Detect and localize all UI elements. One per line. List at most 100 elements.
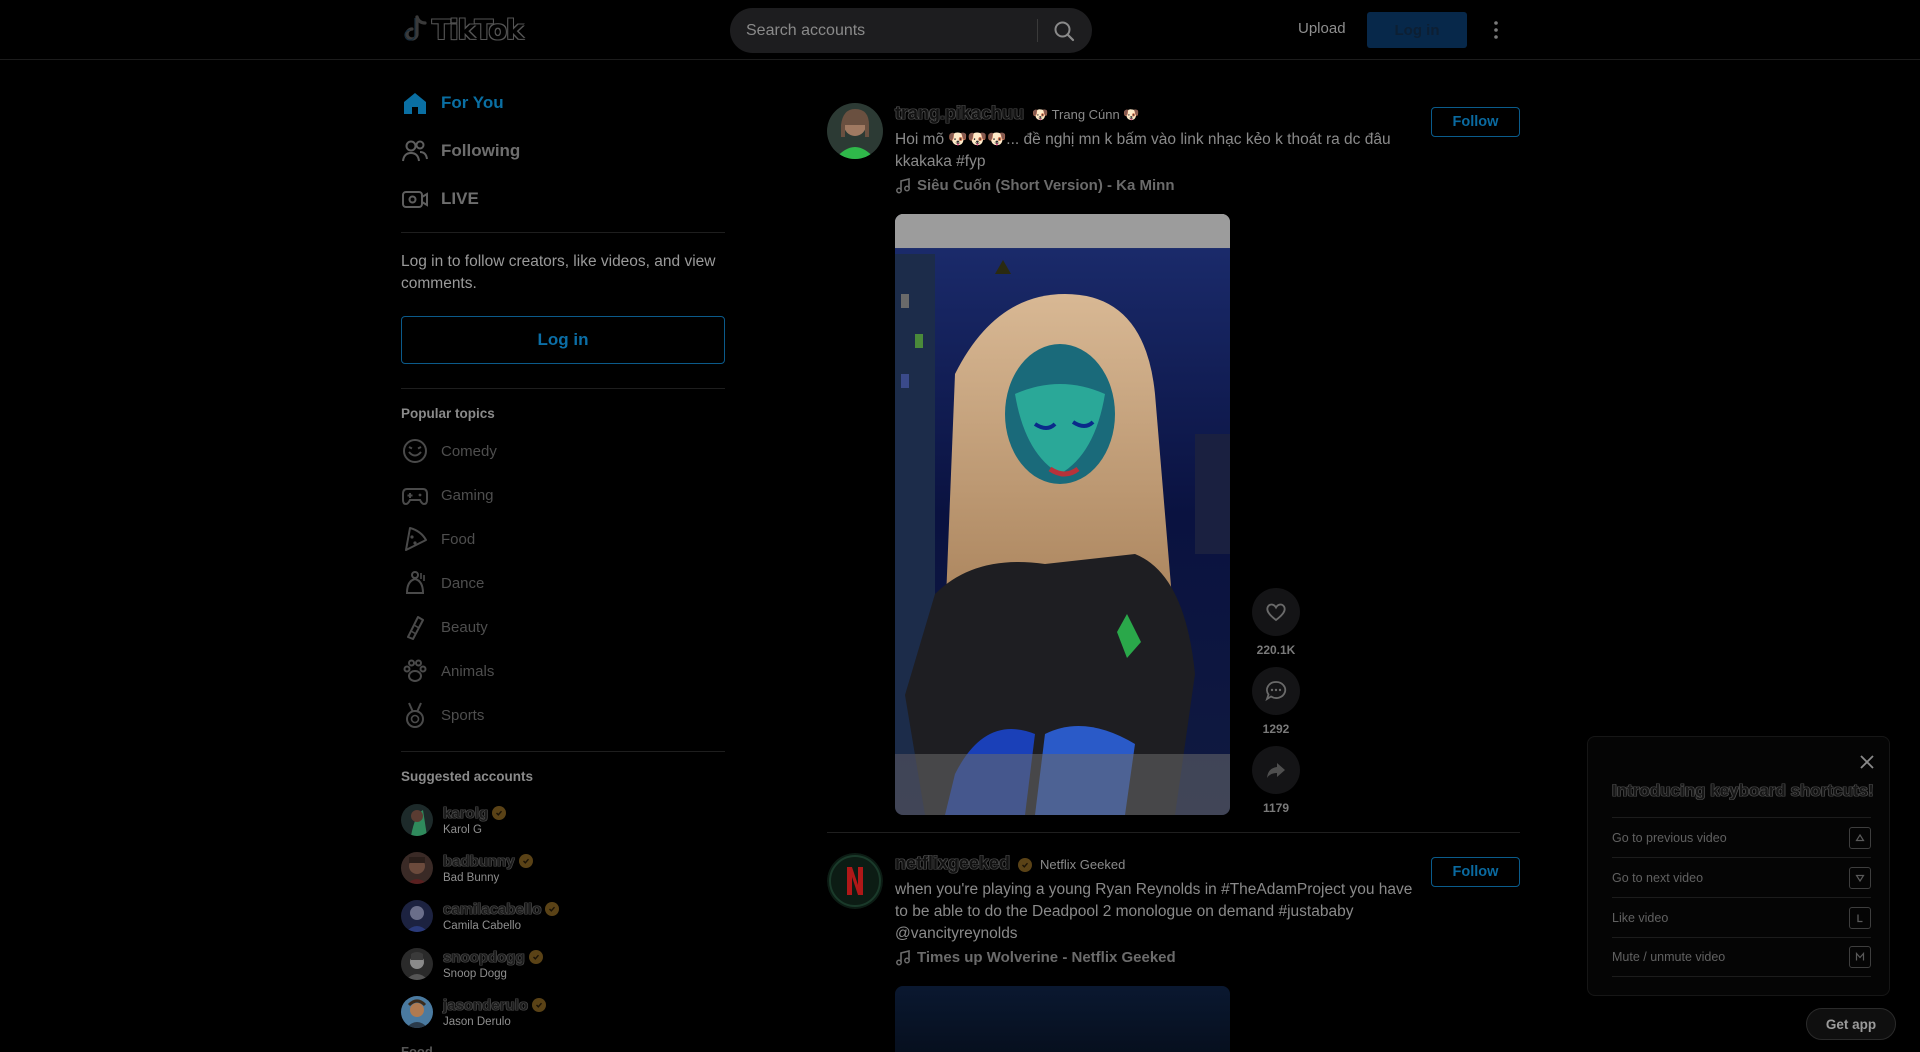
get-app-button[interactable]: Get app — [1806, 1008, 1896, 1040]
like-count: 220.1K — [1256, 643, 1296, 657]
like-action[interactable]: 220.1K — [1251, 588, 1301, 657]
arrow-down-key-icon — [1849, 866, 1871, 889]
video-player[interactable] — [895, 214, 1230, 815]
comment-count: 1292 — [1262, 722, 1290, 736]
sidebar-divider — [401, 751, 725, 752]
heart-icon — [1266, 603, 1286, 622]
top-header: TikTok Upload Log in — [0, 0, 1920, 60]
topic-animals[interactable]: Animals — [401, 655, 494, 687]
topic-sports[interactable]: Sports — [401, 699, 484, 731]
shortcut-label: Go to next video — [1612, 870, 1704, 885]
post-music[interactable]: Siêu Cuốn (Short Version) - Ka Minn — [895, 177, 1415, 194]
shortcut-row-next: Go to next video — [1612, 857, 1871, 897]
users-icon — [402, 140, 428, 162]
topic-comedy[interactable]: Comedy — [401, 435, 497, 467]
video-player[interactable] — [895, 986, 1230, 1052]
avatar — [401, 996, 433, 1028]
follow-button[interactable]: Follow — [1431, 857, 1520, 887]
live-icon — [402, 191, 428, 208]
suggested-account-camilacabello[interactable]: camilacabello Camila Cabello — [401, 896, 560, 936]
more-vertical-icon — [1494, 21, 1498, 39]
comment-button[interactable] — [1252, 667, 1300, 715]
login-prompt-text: Log in to follow creators, like videos, … — [401, 253, 716, 292]
follow-button[interactable]: Follow — [1431, 107, 1520, 137]
suggested-account-snoopdogg[interactable]: snoopdogg Snoop Dogg — [401, 944, 543, 984]
post-music[interactable]: Times up Wolverine - Netflix Geeked — [895, 949, 1415, 966]
nav-for-you[interactable]: For You — [401, 83, 701, 123]
header-login-button[interactable]: Log in — [1367, 12, 1467, 48]
logo-text: TikTok — [432, 14, 524, 46]
account-name: Snoop Dogg — [443, 967, 507, 980]
post-author-avatar[interactable] — [827, 103, 883, 159]
beauty-icon — [407, 616, 424, 640]
avatar — [401, 852, 433, 884]
keyboard-shortcuts-panel: Introducing keyboard shortcuts! Go to pr… — [1587, 736, 1890, 996]
tiktok-logo[interactable]: TikTok — [404, 12, 524, 48]
like-button[interactable] — [1252, 588, 1300, 636]
post-author[interactable]: netflixgeeked Netflix Geeked — [895, 853, 1415, 877]
post-author-name: 🐶 Trang Cúnn 🐶 — [1032, 107, 1140, 122]
account-name: Jason Derulo — [443, 1015, 511, 1028]
share-button[interactable] — [1252, 746, 1300, 794]
next-section-title: Food — [401, 1044, 433, 1052]
keyboard-shortcuts-title: Introducing keyboard shortcuts! — [1612, 781, 1874, 800]
comedy-icon — [403, 439, 427, 463]
animals-icon — [403, 659, 427, 682]
topic-food[interactable]: Food — [401, 523, 475, 555]
tiktok-note-icon — [404, 15, 427, 41]
search-input[interactable] — [746, 8, 1036, 53]
close-button[interactable] — [1856, 751, 1878, 773]
verified-badge-icon — [532, 998, 547, 1012]
topic-label: Food — [441, 530, 476, 548]
suggested-account-jasonderulo[interactable]: jasonderulo Jason Derulo — [401, 992, 547, 1032]
video-thumbnail — [895, 214, 1230, 815]
nav-label: Following — [441, 141, 521, 160]
upload-link[interactable]: Upload — [1298, 20, 1346, 37]
m-key-icon — [1849, 946, 1871, 968]
nav-following[interactable]: Following — [401, 131, 701, 171]
sidebar-login-button[interactable]: Log in — [401, 316, 725, 364]
home-icon — [404, 93, 426, 114]
share-arrow-icon — [1267, 763, 1285, 778]
post-author-handle: netflixgeeked — [895, 853, 1011, 873]
topic-label: Sports — [441, 706, 485, 724]
topic-label: Dance — [441, 574, 485, 592]
music-note-icon — [896, 949, 910, 965]
avatar — [401, 948, 433, 980]
sidebar: For You Following LIVE Log in to follow … — [401, 60, 725, 1052]
topic-beauty[interactable]: Beauty — [401, 611, 488, 643]
account-name: Camila Cabello — [443, 919, 521, 932]
verified-badge-icon — [528, 950, 543, 964]
search-bar — [730, 8, 1092, 53]
search-icon — [1054, 21, 1075, 42]
topic-gaming[interactable]: Gaming — [401, 479, 494, 511]
share-action[interactable]: 1179 — [1251, 746, 1301, 815]
music-note-icon — [896, 177, 910, 193]
more-options-button[interactable] — [1486, 16, 1506, 44]
account-handle: camilacabello — [443, 901, 560, 918]
shortcut-label: Mute / unmute video — [1612, 950, 1726, 964]
post-author-name: Netflix Geeked — [1040, 857, 1126, 872]
suggested-account-karolg[interactable]: karolg Karol G — [401, 800, 507, 840]
account-handle: badbunny — [443, 853, 533, 870]
search-button[interactable] — [1047, 14, 1081, 48]
shortcut-row-mute: Mute / unmute video — [1612, 937, 1871, 977]
music-title: Siêu Cuốn (Short Version) - Ka Minn — [917, 177, 1175, 194]
topic-label: Beauty — [441, 618, 488, 636]
comment-action[interactable]: 1292 — [1251, 667, 1301, 736]
post-meta: netflixgeeked Netflix Geeked when you're… — [895, 853, 1415, 966]
avatar — [401, 900, 433, 932]
account-handle: jasonderulo — [443, 997, 547, 1014]
post-meta: trang.pikachuu 🐶 Trang Cúnn 🐶 Hoi mõ 🐶🐶🐶… — [895, 103, 1415, 194]
nav-live[interactable]: LIVE — [401, 179, 701, 219]
topic-label: Comedy — [441, 442, 497, 460]
topic-label: Animals — [441, 662, 495, 680]
account-handle: karolg — [443, 805, 507, 822]
suggested-account-badbunny[interactable]: badbunny Bad Bunny — [401, 848, 533, 888]
post-author[interactable]: trang.pikachuu 🐶 Trang Cúnn 🐶 — [895, 103, 1415, 127]
nav-label: For You — [441, 93, 504, 112]
topic-dance[interactable]: Dance — [401, 567, 484, 599]
shortcut-label: Go to previous video — [1612, 830, 1727, 845]
post-author-avatar[interactable] — [827, 853, 883, 909]
verified-badge-icon — [1018, 858, 1033, 872]
